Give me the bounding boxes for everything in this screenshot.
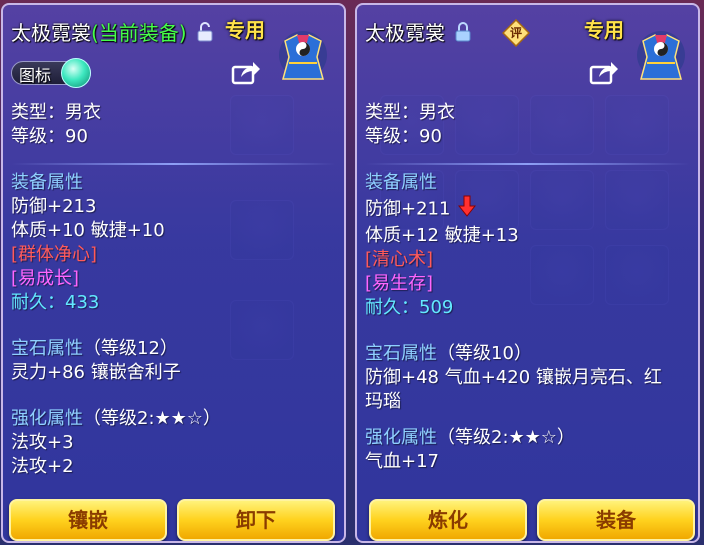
- exclusive-label: 专用: [225, 18, 265, 42]
- refine-header-line: 强化属性（等级2:★★☆）: [365, 427, 575, 448]
- durability-line: 耐久：433: [11, 292, 100, 313]
- gem-line: 灵力+86 镶嵌舍利子: [11, 362, 181, 383]
- special-skill: [清心术]: [365, 249, 434, 270]
- gem-header-line: 宝石属性（等级12）: [11, 338, 178, 359]
- refine-line: 法攻+3: [11, 432, 74, 453]
- level-line: 等级：90: [365, 126, 442, 147]
- gem-line: 防御+48 气血+420 镶嵌月亮石、红: [365, 367, 662, 388]
- unlocked-padlock-icon[interactable]: [197, 22, 213, 47]
- refine-header-line: 强化属性（等级2:★★☆）: [11, 408, 221, 429]
- type-line: 类型：男衣: [365, 102, 455, 123]
- icon-toggle[interactable]: 图标: [11, 57, 91, 88]
- share-arrow-icon[interactable]: [589, 59, 619, 85]
- current-equipment-panel: 太极霓裳(当前装备) 专用 图标 类型：男衣 等级：90 装备属性 防御+213…: [1, 3, 346, 543]
- current-equip-tag: (当前装备): [91, 21, 187, 45]
- equip-button[interactable]: 装备: [537, 499, 695, 541]
- refine-line: 气血+17: [365, 451, 439, 472]
- robe-item-icon: [275, 27, 331, 87]
- item-name: 太极霓裳(当前装备): [11, 17, 213, 47]
- inlay-button[interactable]: 镶嵌: [9, 499, 167, 541]
- item-name: 太极霓裳: [365, 17, 471, 47]
- evaluate-badge-label: 评: [509, 26, 522, 40]
- item-attributes: 类型：男衣 等级：90 装备属性 防御+211 体质+12 敏捷+13 [清心术…: [365, 101, 692, 474]
- level-line: 等级：90: [11, 126, 88, 147]
- evaluate-badge[interactable]: 评: [501, 18, 531, 48]
- special-trait: [易生存]: [365, 273, 434, 294]
- locked-padlock-icon[interactable]: [455, 22, 471, 47]
- compare-item-panel: 太极霓裳 评 专用 类型：男衣 等级：90 装备属性 防御+211 体质+12 …: [355, 3, 700, 543]
- equip-attr-header: 装备属性: [11, 172, 83, 193]
- item-attributes: 类型：男衣 等级：90 装备属性 防御+213 体质+10 敏捷+10 [群体净…: [11, 101, 338, 479]
- refine-line: 法攻+2: [11, 456, 74, 477]
- gem-line-continued: 玛瑙: [365, 391, 401, 412]
- special-skill: [群体净心]: [11, 244, 98, 265]
- exclusive-label: 专用: [584, 18, 624, 42]
- toggle-label: 图标: [19, 66, 52, 85]
- share-arrow-icon[interactable]: [231, 59, 261, 85]
- defense-line: 防御+213: [11, 196, 97, 217]
- durability-line: 耐久：509: [365, 297, 454, 318]
- robe-item-icon: [633, 27, 689, 87]
- type-line: 类型：男衣: [11, 102, 101, 123]
- stats-line: 体质+12 敏捷+13: [365, 225, 519, 246]
- gem-header-line: 宝石属性（等级10）: [365, 343, 532, 364]
- special-trait: [易成长]: [11, 268, 80, 289]
- toggle-knob: [61, 58, 91, 88]
- unequip-button[interactable]: 卸下: [177, 499, 335, 541]
- equip-attr-header: 装备属性: [365, 172, 437, 193]
- red-down-arrow-icon: [458, 195, 477, 224]
- defense-line: 防御+211: [365, 195, 692, 224]
- stats-line: 体质+10 敏捷+10: [11, 220, 165, 241]
- refine-button[interactable]: 炼化: [369, 499, 527, 541]
